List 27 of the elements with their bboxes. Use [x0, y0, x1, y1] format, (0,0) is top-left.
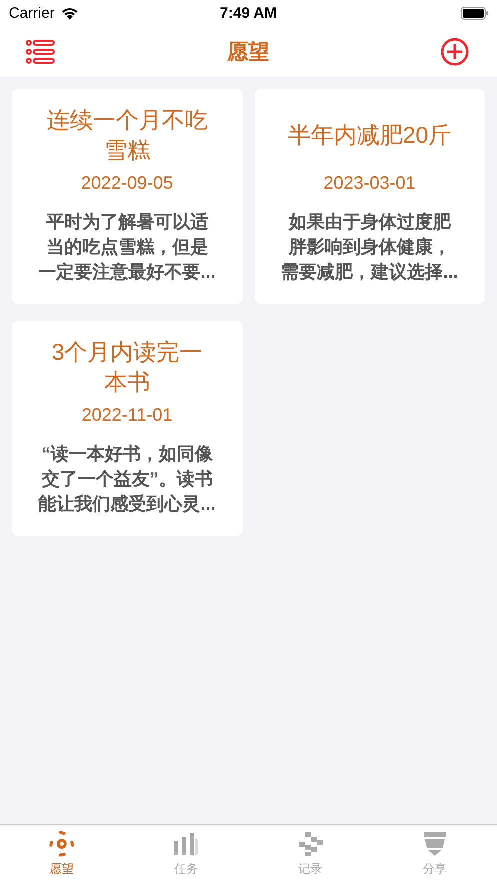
wish-card[interactable]: 半年内减肥20斤 2023-03-01 如果由于身体过度肥胖影响到身体健康，需要减肥，建议选择...	[254, 89, 485, 304]
wish-card[interactable]: 3个月内读完一本书 2022-11-01 “读一本好书，如同像交了一个益友”。读书能让我们感受到心灵...	[12, 321, 242, 536]
tab-item[interactable]: 分享	[372, 825, 497, 883]
tab-item[interactable]: 愿望	[0, 825, 124, 883]
carrier-label: Carrier	[9, 5, 55, 22]
add-icon[interactable]	[441, 38, 469, 66]
tab-item[interactable]: 记录	[248, 825, 373, 883]
wish-description: 平时为了解暑可以适当的吃点雪糕，但是一定要注意最好不要...	[38, 211, 216, 284]
menu-icon[interactable]	[26, 40, 56, 64]
wish-title: 3个月内读完一本书	[50, 338, 204, 397]
wish-card[interactable]: 连续一个月不吃雪糕 2022-09-05 平时为了解暑可以适当的吃点雪糕，但是一定要注意最好不要...	[12, 89, 242, 304]
wish-date: 2022-09-05	[81, 173, 174, 194]
nav-title: 愿望	[228, 39, 270, 66]
tab-item[interactable]: 任务	[124, 825, 248, 883]
bar-chart-icon	[172, 830, 200, 856]
ring-icon	[49, 830, 76, 856]
wish-description: “读一本好书，如同像交了一个益友”。读书能让我们感受到心灵...	[38, 443, 216, 516]
battery-icon	[461, 7, 489, 20]
wish-date: 2023-03-01	[324, 173, 416, 194]
wifi-icon	[60, 7, 79, 20]
blocks-icon	[298, 830, 324, 856]
wish-description: 如果由于身体过度肥胖影响到身体健康，需要减肥，建议选择...	[280, 211, 459, 284]
funnel-icon	[422, 830, 447, 856]
wish-title: 连续一个月不吃雪糕	[46, 106, 209, 165]
wish-title: 半年内减肥20斤	[286, 121, 453, 150]
wish-date: 2022-11-01	[82, 405, 173, 426]
status-time: 7:49 AM	[220, 5, 277, 22]
